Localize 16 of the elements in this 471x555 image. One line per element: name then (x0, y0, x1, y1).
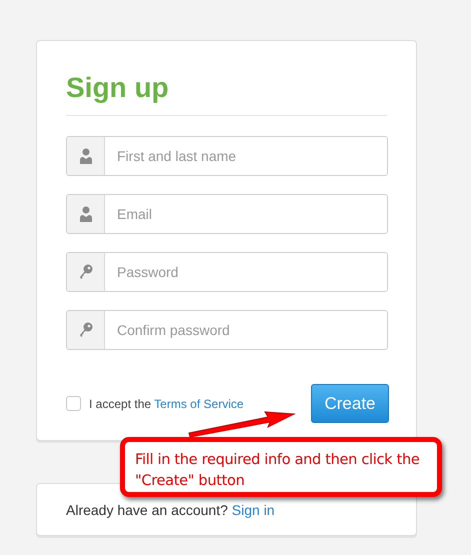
person-icon (78, 148, 92, 164)
input-field[interactable]: Email (66, 194, 388, 234)
terms-label: I accept the Terms of Service (89, 396, 244, 410)
key-icon (78, 264, 92, 280)
person-icon (78, 206, 92, 222)
callout-note: Fill in the required info and then click the "Create" button (120, 437, 442, 497)
signin-link[interactable]: Sign in (232, 502, 275, 518)
form-title: Sign up (66, 69, 387, 116)
create-button[interactable]: Create (311, 384, 389, 423)
terms-link[interactable]: Terms of Service (154, 396, 244, 410)
key-icon (78, 322, 92, 338)
input-field[interactable]: Confirm password (66, 310, 388, 350)
signin-prompt: Already have an account? Sign in (66, 502, 275, 518)
terms-checkbox[interactable] (66, 396, 81, 411)
input-field[interactable]: Password (66, 252, 388, 292)
input-field[interactable]: First and last name (66, 136, 388, 176)
